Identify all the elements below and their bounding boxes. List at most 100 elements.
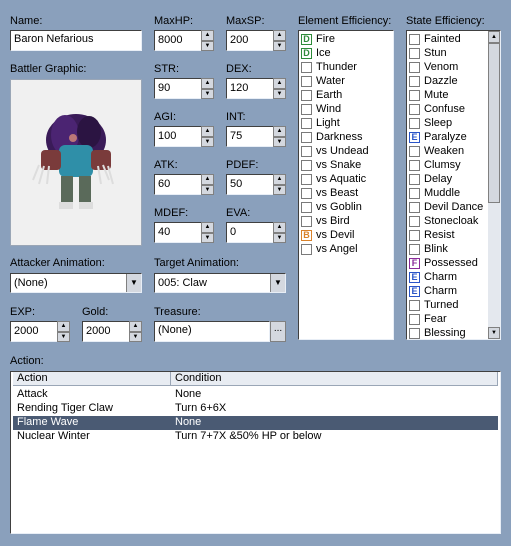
scroll-up-icon[interactable]: ▲	[488, 31, 500, 43]
mdef-spinner[interactable]: 40 ▲ ▼	[154, 222, 214, 243]
battler-graphic-panel[interactable]	[10, 79, 142, 246]
checkbox-icon[interactable]	[409, 104, 420, 115]
checkbox-icon[interactable]	[409, 48, 420, 59]
checkbox-icon[interactable]	[301, 90, 312, 101]
action-row[interactable]: Flame Wave None	[13, 416, 498, 430]
attacker-animation-select[interactable]: (None) ▼	[10, 273, 142, 293]
spin-down-icon[interactable]: ▼	[201, 88, 214, 99]
spin-up-icon[interactable]: ▲	[201, 30, 214, 41]
exp-spinner[interactable]: 2000 ▲ ▼	[10, 321, 70, 342]
checkbox-icon[interactable]	[409, 174, 420, 185]
spin-up-icon[interactable]: ▲	[201, 222, 214, 233]
int-value[interactable]: 75	[226, 126, 273, 147]
condition-column-header[interactable]: Condition	[171, 372, 498, 386]
dropdown-arrow-icon[interactable]: ▼	[270, 274, 285, 292]
pdef-spinner[interactable]: 50 ▲ ▼	[226, 174, 286, 195]
spin-down-icon[interactable]: ▼	[201, 184, 214, 195]
checkbox-icon[interactable]	[301, 244, 312, 255]
exp-value[interactable]: 2000	[10, 321, 57, 342]
checkbox-icon[interactable]	[301, 174, 312, 185]
agi-value[interactable]: 100	[154, 126, 201, 147]
maxsp-value[interactable]: 200	[226, 30, 273, 51]
spin-up-icon[interactable]: ▲	[57, 321, 70, 332]
checkbox-icon[interactable]	[301, 216, 312, 227]
checkbox-icon[interactable]	[409, 244, 420, 255]
checkbox-icon[interactable]	[301, 76, 312, 87]
checkbox-icon[interactable]: E	[409, 286, 420, 297]
spin-down-icon[interactable]: ▼	[57, 331, 70, 342]
checkbox-icon[interactable]	[409, 188, 420, 199]
state-scrollbar[interactable]: ▲ ▼	[488, 31, 500, 339]
int-spinner[interactable]: 75 ▲ ▼	[226, 126, 286, 147]
scroll-thumb[interactable]	[488, 43, 500, 203]
spin-up-icon[interactable]: ▲	[273, 126, 286, 137]
spin-down-icon[interactable]: ▼	[201, 136, 214, 147]
name-input[interactable]: Baron Nefarious	[10, 30, 142, 51]
spin-up-icon[interactable]: ▲	[273, 174, 286, 185]
spin-down-icon[interactable]: ▼	[273, 136, 286, 147]
spin-up-icon[interactable]: ▲	[273, 78, 286, 89]
checkbox-icon[interactable]	[409, 216, 420, 227]
checkbox-icon[interactable]	[409, 202, 420, 213]
checkbox-icon[interactable]	[301, 118, 312, 129]
spin-down-icon[interactable]: ▼	[201, 232, 214, 243]
action-column-header[interactable]: Action	[13, 372, 171, 386]
eva-value[interactable]: 0	[226, 222, 273, 243]
spin-down-icon[interactable]: ▼	[273, 88, 286, 99]
checkbox-icon[interactable]: E	[409, 132, 420, 143]
checkbox-icon[interactable]	[409, 76, 420, 87]
spin-up-icon[interactable]: ▲	[273, 30, 286, 41]
atk-value[interactable]: 60	[154, 174, 201, 195]
str-value[interactable]: 90	[154, 78, 201, 99]
checkbox-icon[interactable]	[301, 104, 312, 115]
spin-up-icon[interactable]: ▲	[201, 174, 214, 185]
spin-up-icon[interactable]: ▲	[129, 321, 142, 332]
spin-down-icon[interactable]: ▼	[201, 40, 214, 51]
checkbox-icon[interactable]	[409, 314, 420, 325]
checkbox-icon[interactable]	[409, 160, 420, 171]
checkbox-icon[interactable]: B	[301, 230, 312, 241]
str-spinner[interactable]: 90 ▲ ▼	[154, 78, 214, 99]
agi-spinner[interactable]: 100 ▲ ▼	[154, 126, 214, 147]
element-efficiency-list[interactable]: D Fire D Ice Thunder Water Earth Wind Light Darkn…	[298, 30, 394, 340]
treasure-field[interactable]: (None)	[154, 321, 270, 342]
checkbox-icon[interactable]	[409, 300, 420, 311]
treasure-browse-button[interactable]: ...	[270, 321, 286, 342]
gold-spinner[interactable]: 2000 ▲ ▼	[82, 321, 142, 342]
maxhp-value[interactable]: 8000	[154, 30, 201, 51]
atk-spinner[interactable]: 60 ▲ ▼	[154, 174, 214, 195]
checkbox-icon[interactable]	[301, 160, 312, 171]
checkbox-icon[interactable]	[409, 34, 420, 45]
dex-spinner[interactable]: 120 ▲ ▼	[226, 78, 286, 99]
dropdown-arrow-icon[interactable]: ▼	[126, 274, 141, 292]
spin-down-icon[interactable]: ▼	[273, 40, 286, 51]
pdef-value[interactable]: 50	[226, 174, 273, 195]
spin-down-icon[interactable]: ▼	[129, 331, 142, 342]
target-animation-select[interactable]: 005: Claw ▼	[154, 273, 286, 293]
checkbox-icon[interactable]	[409, 62, 420, 73]
scroll-down-icon[interactable]: ▼	[488, 327, 500, 339]
maxhp-spinner[interactable]: 8000 ▲ ▼	[154, 30, 214, 51]
checkbox-icon[interactable]: E	[409, 272, 420, 283]
action-list[interactable]: Action Condition Attack None Rending Tiger…	[10, 371, 501, 534]
maxsp-spinner[interactable]: 200 ▲ ▼	[226, 30, 286, 51]
spin-down-icon[interactable]: ▼	[273, 184, 286, 195]
checkbox-icon[interactable]	[301, 202, 312, 213]
gold-value[interactable]: 2000	[82, 321, 129, 342]
checkbox-icon[interactable]	[409, 230, 420, 241]
checkbox-icon[interactable]	[301, 62, 312, 73]
spin-down-icon[interactable]: ▼	[273, 232, 286, 243]
dex-value[interactable]: 120	[226, 78, 273, 99]
checkbox-icon[interactable]: F	[409, 258, 420, 269]
checkbox-icon[interactable]	[409, 90, 420, 101]
checkbox-icon[interactable]	[301, 132, 312, 143]
checkbox-icon[interactable]	[409, 118, 420, 129]
eva-spinner[interactable]: 0 ▲ ▼	[226, 222, 286, 243]
spin-up-icon[interactable]: ▲	[201, 126, 214, 137]
checkbox-icon[interactable]: D	[301, 48, 312, 59]
checkbox-icon[interactable]: D	[301, 34, 312, 45]
spin-up-icon[interactable]: ▲	[273, 222, 286, 233]
checkbox-icon[interactable]	[301, 188, 312, 199]
state-efficiency-list[interactable]: Fainted Stun Venom Dazzle Mute Confuse Sleep E P…	[406, 30, 501, 340]
checkbox-icon[interactable]	[409, 146, 420, 157]
